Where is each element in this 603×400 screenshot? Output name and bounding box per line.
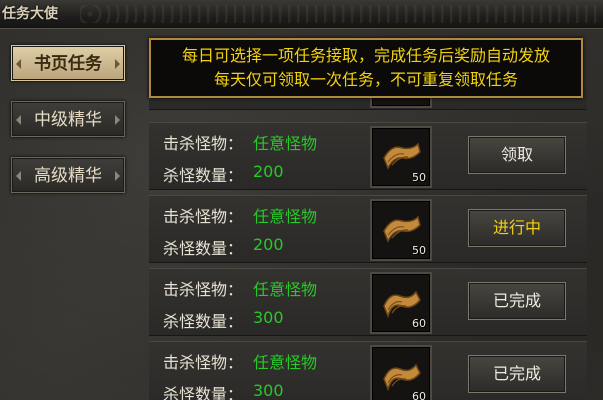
task-row: 击杀怪物： 任意怪物 杀怪数量： 300 60 已完成 (149, 341, 587, 400)
reward-count: 50 (412, 171, 426, 184)
reward-count: 50 (412, 244, 426, 257)
tab-book-page-task[interactable]: 书页任务 (11, 45, 125, 81)
kill-target-label: 击杀怪物： (163, 207, 244, 226)
kill-count-value: 300 (253, 381, 284, 400)
arrow-left-icon (16, 171, 21, 181)
task-row: 击杀怪物： 任意怪物 杀怪数量： 300 60 已完成 (149, 268, 587, 336)
kill-target-value: 任意怪物 (253, 134, 318, 153)
task-row: 击杀怪物： 任意怪物 杀怪数量： 200 50 领取 (149, 122, 587, 190)
reward-slot[interactable]: 50 (370, 199, 432, 261)
in-progress-button[interactable]: 进行中 (468, 209, 566, 247)
reward-slot[interactable]: 60 (370, 345, 432, 400)
kill-target-value: 任意怪物 (253, 353, 318, 372)
kill-count-label: 杀怪数量： (163, 385, 244, 400)
title-bar: 任务大使 (0, 0, 603, 29)
kill-target-label: 击杀怪物： (163, 134, 244, 153)
task-row: 击杀怪物： 任意怪物 杀怪数量： 200 50 进行中 (149, 195, 587, 263)
kill-target-value: 任意怪物 (253, 280, 318, 299)
arrow-right-icon (115, 171, 120, 181)
kill-target-label: 击杀怪物： (163, 280, 244, 299)
reward-slot[interactable]: 60 (370, 272, 432, 334)
kill-count-value: 300 (253, 308, 284, 327)
reward-count: 60 (412, 317, 426, 330)
arrow-right-icon (115, 115, 120, 125)
task-list[interactable]: 击杀怪物： 任意怪物 杀怪数量： 200 50 领取 击杀怪物： 任意怪物 杀怪… (149, 88, 589, 400)
tab-intermediate-essence[interactable]: 中级精华 (11, 101, 125, 137)
completed-button[interactable]: 已完成 (468, 282, 566, 320)
completed-button[interactable]: 已完成 (468, 355, 566, 393)
tab-label: 书页任务 (34, 54, 102, 74)
kill-count-label: 杀怪数量： (163, 166, 244, 185)
title-bar-ornament (80, 5, 603, 23)
task-envoy-panel: 任务大使 书页任务 中级精华 高级精华 每日可选择一项任务接取，完成任务后奖励自… (0, 0, 603, 400)
kill-count-value: 200 (253, 235, 284, 254)
kill-count-label: 杀怪数量： (163, 312, 244, 331)
window-title: 任务大使 (2, 6, 58, 22)
arrow-right-icon (115, 59, 120, 69)
tab-label: 高级精华 (34, 166, 102, 186)
reward-slot[interactable]: 50 (370, 126, 432, 188)
arrow-left-icon (16, 59, 21, 69)
notice-line-1: 每日可选择一项任务接取，完成任务后奖励自动发放 (181, 46, 550, 65)
claim-button[interactable]: 领取 (468, 136, 566, 174)
kill-target-value: 任意怪物 (253, 207, 318, 226)
kill-target-label: 击杀怪物： (163, 353, 244, 372)
kill-count-label: 杀怪数量： (163, 239, 244, 258)
tab-advanced-essence[interactable]: 高级精华 (11, 157, 125, 193)
notice-box: 每日可选择一项任务接取，完成任务后奖励自动发放 每天仅可领取一次任务，不可重复领… (149, 38, 583, 98)
arrow-left-icon (16, 115, 21, 125)
reward-count: 60 (412, 390, 426, 400)
notice-line-2: 每天仅可领取一次任务，不可重复领取任务 (213, 70, 518, 89)
kill-count-value: 200 (253, 162, 284, 181)
tab-label: 中级精华 (34, 110, 102, 130)
